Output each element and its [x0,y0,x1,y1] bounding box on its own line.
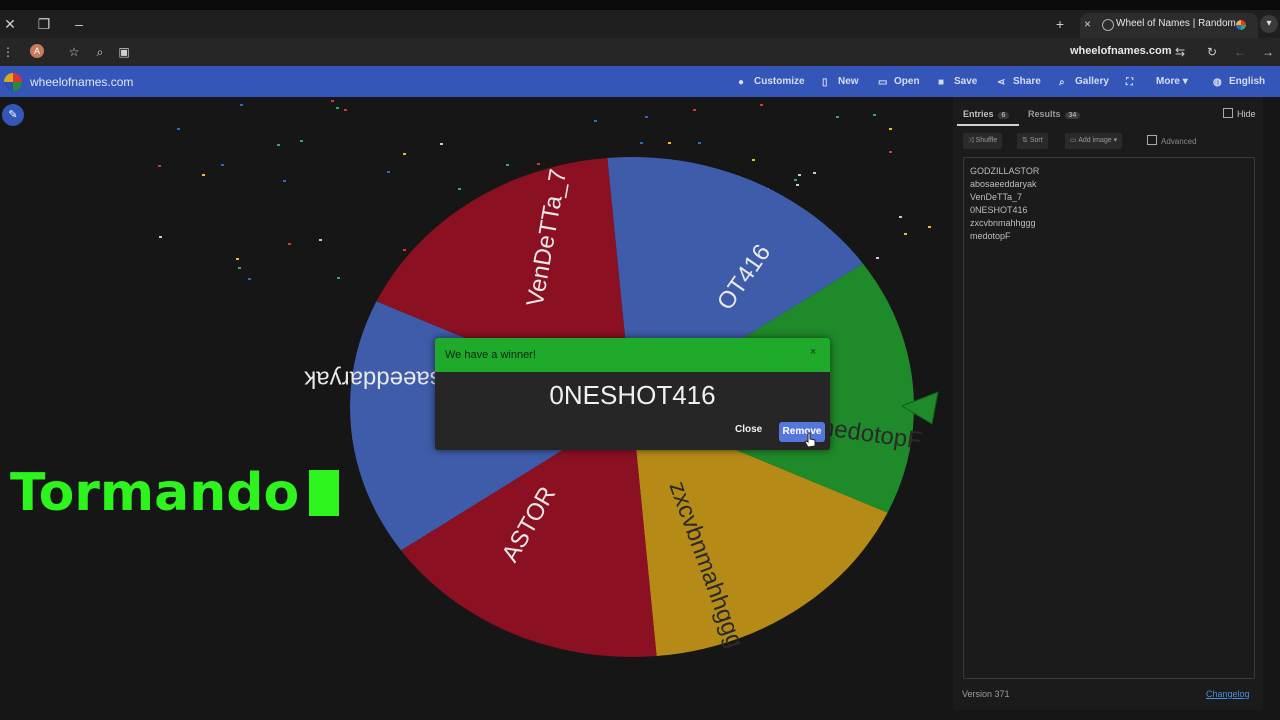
entry-line: 0NESHOT416 [970,205,1028,215]
tab-results[interactable]: Results 34 [1028,109,1081,119]
image-icon: ▭ [1070,137,1079,144]
shuffle-icon: ⤨ [968,137,976,144]
add-image-button[interactable]: ▭ Add image ▾ [1065,133,1123,149]
dialog-close-icon[interactable]: × [810,346,816,358]
entry-line: zxcvbnmahhggg [970,218,1036,228]
shuffle-label: Shuffle [975,137,998,144]
version-text: Version 371 [962,689,1010,699]
advanced-checkbox-box[interactable] [1147,135,1157,145]
overlay-label: Tormando [10,463,300,523]
winner-name: 0NESHOT416 [549,380,716,410]
advanced-label: Advanced [1161,137,1197,146]
hide-checkbox[interactable]: Hide [1223,108,1256,119]
shuffle-button[interactable]: ⤨ Shuffle [963,133,1003,149]
tab-entries-label: Entries [963,109,994,119]
entry-line: VenDeTTa_7 [970,192,1023,202]
results-count-badge: 34 [1064,112,1081,119]
tab-entries[interactable]: Entries 6 [963,109,1010,119]
winner-dialog: We have a winner! × 0NESHOT416 Close Rem… [435,338,830,450]
sort-label: Sort [1029,137,1043,144]
entries-panel: Entries 6 Results 34 Hide ⤨ Shuffle ⇅ Sort… [953,97,1263,710]
winner-dialog-header: We have a winner! × [435,338,830,372]
hide-checkbox-box[interactable] [1223,108,1233,118]
entries-textarea[interactable]: GODZILLASTOR abosaeeddaryak VenDeTTa_7 0… [963,157,1255,679]
hand-cursor-icon [804,432,816,448]
sort-icon: ⇅ [1022,137,1030,144]
overlay-glitch-block [309,470,340,516]
entry-line: medotopF [970,231,1011,241]
remove-button[interactable]: Remove [779,422,825,442]
changelog-link[interactable]: Changelog [1206,689,1250,699]
advanced-checkbox[interactable]: Advanced [1147,135,1197,146]
chevron-down-icon: ▾ [1113,137,1118,144]
entry-line: abosaeeddaryak [970,179,1037,189]
hide-label: Hide [1237,109,1256,119]
stream-overlay-text: Tormando [10,463,340,523]
entries-count-badge: 6 [997,112,1010,119]
sort-button[interactable]: ⇅ Sort [1017,133,1048,149]
winner-dialog-title: We have a winner! [445,349,536,361]
add-image-label: Add image [1078,137,1112,144]
close-button[interactable]: Close [735,424,762,435]
active-tab-indicator [957,124,1019,126]
entry-line: GODZILLASTOR [970,166,1040,176]
tab-results-label: Results [1028,109,1061,119]
